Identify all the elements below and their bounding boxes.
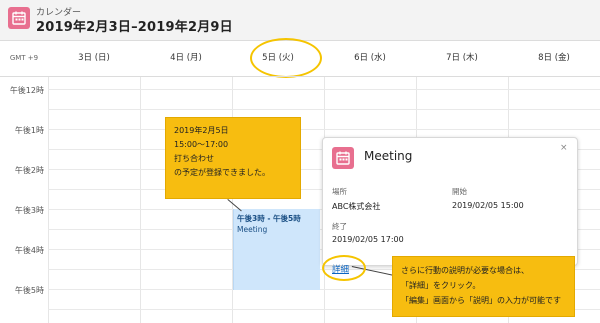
day-header-fri[interactable]: 8日 (金) [508,41,600,76]
note-line: 2019年2月5日 [174,126,229,135]
half-hour-line [48,109,600,110]
detail-link[interactable]: 詳細 [332,263,349,275]
date-range-title: 2019年2月3日–2019年2月9日 [36,20,233,35]
calendar-icon [332,147,354,169]
time-label: 午後2時 [14,166,44,175]
time-label: 午後4時 [14,246,44,255]
day-header-mon[interactable]: 4日 (月) [140,41,232,76]
annotation-note: 2019年2月5日 15:00～17:00 打ち合わせ の予定が登録できました。 [165,117,301,199]
popup-title: Meeting [364,149,413,163]
note-line: 「詳細」をクリック。 [401,281,481,290]
start-label: 開始 [452,187,467,196]
annotation-note: さらに行動の説明が必要な場合は、 「詳細」をクリック。 「編集」画面から「説明」… [392,256,575,317]
time-label: 午後5時 [14,286,44,295]
time-label: 午後1時 [14,126,44,135]
day-header-wed[interactable]: 6日 (水) [324,41,416,76]
note-line: 15:00～17:00 [174,140,229,149]
start-value: 2019/02/05 15:00 [452,201,524,210]
day-header-sun[interactable]: 3日 (日) [48,41,140,76]
note-line: さらに行動の説明が必要な場合は、 [401,266,529,275]
hour-line [48,89,600,90]
day-header-thu[interactable]: 7日 (木) [416,41,508,76]
end-label: 終了 [332,222,347,231]
note-line: 打ち合わせ [174,154,214,163]
timezone-label: GMT +9 [9,54,39,62]
column-divider [140,76,141,323]
column-divider [48,76,49,323]
close-icon[interactable]: × [560,143,568,153]
location-label: 場所 [332,187,347,196]
time-label: 午後3時 [14,206,44,215]
location-value: ABC株式会社 [332,202,381,211]
header-divider [0,76,600,77]
event-time: 午後3時 - 午後5時 [237,214,301,223]
hour-line [48,129,600,130]
note-line: の予定が登録できました。 [174,168,270,177]
highlight-circle [250,38,322,78]
end-value: 2019/02/05 17:00 [332,235,404,244]
time-label: 午後12時 [9,86,44,95]
note-line: 「編集」画面から「説明」の入力が可能です [401,296,561,305]
calendar-icon [8,7,30,29]
event-name: Meeting [237,225,268,234]
